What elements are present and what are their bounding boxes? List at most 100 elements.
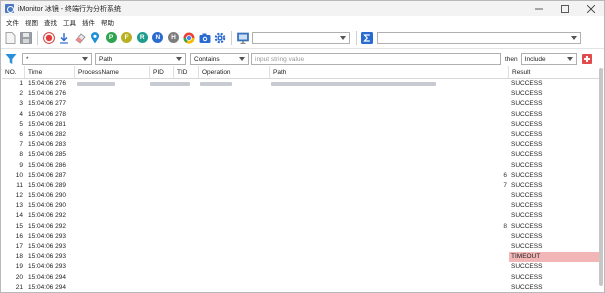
scroll-down-button[interactable] xyxy=(58,31,71,44)
table-row[interactable]: 19 15:04:06 293 SUCCESS xyxy=(2,262,599,272)
camera-icon xyxy=(199,33,211,43)
cell-no: 14 xyxy=(15,212,23,220)
table-header: NO. Time ProcessName PID TID Operation P… xyxy=(2,66,599,79)
column-header-path[interactable]: Path xyxy=(270,66,509,78)
scrollbar-thumb[interactable] xyxy=(599,68,603,286)
column-header-operation[interactable]: Operation xyxy=(199,66,270,78)
add-filter-button[interactable] xyxy=(581,54,592,64)
cell-operation xyxy=(199,232,270,242)
cell-time: 15:04:06 283 xyxy=(28,141,66,149)
filter-value-input[interactable]: input string value xyxy=(251,53,501,65)
device-select[interactable] xyxy=(251,31,350,44)
cell-processname xyxy=(75,262,150,272)
filter-operator-select[interactable]: Contains xyxy=(190,53,249,65)
table-row[interactable]: 20 15:04:06 294 SUCCESS xyxy=(2,273,599,283)
cell-no: 2 xyxy=(19,90,23,98)
menu-find[interactable]: 查找 xyxy=(43,17,62,27)
cell-operation xyxy=(199,89,270,99)
cell-tid xyxy=(174,140,199,150)
cell-operation xyxy=(199,201,270,211)
menu-file[interactable]: 文件 xyxy=(5,17,24,27)
table-row[interactable]: 9 15:04:06 286 SUCCESS xyxy=(2,161,599,171)
menu-help[interactable]: 帮助 xyxy=(100,17,119,27)
filter-funnel-icon[interactable] xyxy=(5,53,17,65)
table-row[interactable]: 18 15:04:06 293 TIMEOUT xyxy=(2,252,599,263)
f-filter-button[interactable]: F xyxy=(120,31,133,44)
device-button[interactable] xyxy=(236,31,249,44)
cell-path: 7 xyxy=(503,181,507,189)
column-header-pid[interactable]: PID xyxy=(150,66,174,78)
minimize-button[interactable] xyxy=(526,1,552,16)
table-row[interactable]: 3 15:04:06 277 SUCCESS xyxy=(2,99,599,109)
cell-operation xyxy=(199,252,270,262)
table-row[interactable]: 4 15:04:06 278 SUCCESS xyxy=(2,110,599,120)
maximize-button[interactable] xyxy=(552,1,578,16)
cell-tid xyxy=(174,201,199,211)
screenshot-button[interactable] xyxy=(198,31,211,44)
cell-operation xyxy=(199,191,270,201)
vertical-scrollbar[interactable] xyxy=(599,66,603,292)
table-row[interactable]: 17 15:04:06 293 SUCCESS xyxy=(2,242,599,252)
cell-result: SUCCESS xyxy=(511,171,543,179)
filter-action-select[interactable]: Include xyxy=(520,53,577,65)
menu-plugins[interactable]: 插件 xyxy=(81,17,100,27)
cell-no: 5 xyxy=(19,120,23,128)
table-row[interactable]: 8 15:04:06 285 SUCCESS xyxy=(2,150,599,160)
cell-pid xyxy=(150,283,174,293)
cell-pid xyxy=(150,161,174,171)
cell-no: 6 xyxy=(19,130,23,138)
settings-button[interactable] xyxy=(214,31,227,44)
table-row[interactable]: 6 15:04:06 282 SUCCESS xyxy=(2,130,599,140)
table-row[interactable]: 2 15:04:06 276 SUCCESS xyxy=(2,89,599,99)
table-row[interactable]: 16 15:04:06 293 SUCCESS xyxy=(2,232,599,242)
cell-path xyxy=(270,262,509,272)
h-filter-button[interactable]: H xyxy=(167,31,180,44)
window-controls xyxy=(526,1,604,16)
cell-time: 15:04:06 290 xyxy=(28,202,66,210)
close-button[interactable] xyxy=(578,1,604,16)
cell-processname xyxy=(75,232,150,242)
table-row[interactable]: 21 15:04:06 294 SUCCESS xyxy=(2,283,599,293)
p-filter-button[interactable]: P xyxy=(105,31,118,44)
save-button[interactable] xyxy=(20,31,33,44)
cell-time: 15:04:06 281 xyxy=(28,120,66,128)
summary-select[interactable] xyxy=(376,31,581,44)
record-button[interactable] xyxy=(42,31,55,44)
table-row[interactable]: 11 15:04:06 289 7 SUCCESS xyxy=(2,181,599,191)
cell-operation xyxy=(199,273,270,283)
cell-tid xyxy=(174,191,199,201)
chrome-button[interactable] xyxy=(183,31,196,44)
table-row[interactable]: 13 15:04:06 290 SUCCESS xyxy=(2,201,599,211)
menu-tools[interactable]: 工具 xyxy=(62,17,81,27)
highlight-button[interactable] xyxy=(89,31,102,44)
n-filter-button[interactable]: N xyxy=(151,31,164,44)
column-header-processname[interactable]: ProcessName xyxy=(75,66,150,78)
cell-result: SUCCESS xyxy=(511,161,543,169)
column-header-time[interactable]: Time xyxy=(25,66,75,78)
table-row[interactable]: 12 15:04:06 290 SUCCESS xyxy=(2,191,599,201)
cell-path xyxy=(270,242,509,252)
table-row[interactable]: 7 15:04:06 283 SUCCESS xyxy=(2,140,599,150)
filter-field1-select[interactable]: * xyxy=(22,53,92,65)
table-row[interactable]: 5 15:04:06 281 SUCCESS xyxy=(2,120,599,130)
table-row[interactable]: 10 15:04:06 287 6 SUCCESS xyxy=(2,171,599,181)
obscured-text-bar xyxy=(150,82,190,86)
table-row[interactable]: 14 15:04:06 292 SUCCESS xyxy=(2,211,599,221)
clear-button[interactable] xyxy=(73,31,86,44)
column-header-result[interactable]: Result xyxy=(509,66,599,78)
cell-no: 10 xyxy=(15,171,23,179)
cell-tid xyxy=(174,252,199,262)
app-logo-icon xyxy=(5,4,14,13)
cell-path xyxy=(270,191,509,201)
r-filter-button[interactable]: R xyxy=(136,31,149,44)
menu-view[interactable]: 视图 xyxy=(24,17,43,27)
filter-column-select[interactable]: Path xyxy=(95,53,186,65)
new-button[interactable] xyxy=(4,31,17,44)
column-header-tid[interactable]: TID xyxy=(174,66,199,78)
table-row[interactable]: 15 15:04:06 292 8 SUCCESS xyxy=(2,222,599,232)
sum-button[interactable] xyxy=(361,31,374,44)
cell-path xyxy=(270,211,509,221)
cell-operation xyxy=(199,262,270,272)
column-header-no[interactable]: NO. xyxy=(2,66,25,78)
cell-tid xyxy=(174,150,199,160)
